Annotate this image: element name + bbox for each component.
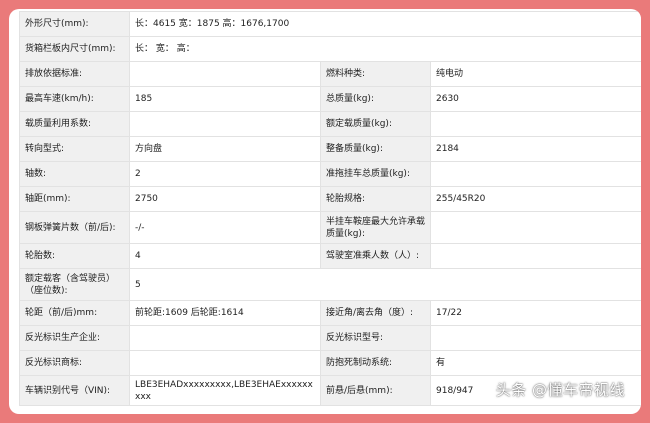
row-label: 货箱栏板内尺寸(mm):	[19, 36, 130, 62]
row-label: 车辆识别代号（VIN):	[19, 375, 130, 406]
row-label: 额定载客（含驾驶员）（座位数):	[19, 268, 130, 301]
row-value: -/-	[129, 211, 321, 244]
row-value: 长： 宽： 高：	[128, 36, 641, 62]
table-row: 外形尺寸(mm): 长：4615 宽：1875 高：1676,1700	[19, 11, 641, 37]
row-value: 长：4615 宽：1875 高：1676,1700	[128, 11, 641, 37]
row-label-2: 额定载质量(kg):	[320, 111, 431, 137]
row-value-2: 纯电动	[429, 61, 641, 87]
row-label-2: 驾驶室准乘人数（人）:	[320, 243, 431, 269]
row-value: 5	[128, 268, 641, 301]
table-row: 轴距(mm): 2750 轮胎规格: 255/45R20	[19, 186, 641, 212]
row-value: 前轮距:1609 后轮距:1614	[129, 300, 321, 326]
table-row: 载质量利用系数: 额定载质量(kg):	[19, 111, 641, 137]
row-label: 轮胎数:	[19, 243, 130, 269]
row-label-2: 防抱死制动系统:	[320, 350, 431, 376]
row-value: LBE3EHADxxxxxxxxx,LBE3EHAExxxxxxxxx	[129, 375, 321, 406]
row-value-2: 2630	[429, 86, 641, 112]
row-value-2: 有	[429, 350, 641, 376]
row-value	[129, 325, 321, 351]
table-row: 最高车速(km/h): 185 总质量(kg): 2630	[19, 86, 641, 112]
row-value: 2	[129, 161, 321, 187]
spec-table: 外形尺寸(mm): 长：4615 宽：1875 高：1676,1700 货箱栏板…	[19, 11, 641, 406]
table-row: 排放依据标准: 燃料种类: 纯电动	[19, 61, 641, 87]
row-value: 方向盘	[129, 136, 321, 162]
table-row: 货箱栏板内尺寸(mm): 长： 宽： 高：	[19, 36, 641, 62]
row-value	[129, 61, 321, 87]
row-label: 反光标识商标:	[19, 350, 130, 376]
row-value-2: 17/22	[429, 300, 641, 326]
table-row: 轴数: 2 准拖挂车总质量(kg):	[19, 161, 641, 187]
row-value	[129, 111, 321, 137]
document-frame: 外形尺寸(mm): 长：4615 宽：1875 高：1676,1700 货箱栏板…	[9, 9, 641, 414]
table-row: 反光标识生产企业: 反光标识型号:	[19, 325, 641, 351]
row-label-2: 反光标识型号:	[320, 325, 431, 351]
row-label: 轮距（前/后)mm:	[19, 300, 130, 326]
row-value-2	[429, 111, 641, 137]
table-row: 反光标识商标: 防抱死制动系统: 有	[19, 350, 641, 376]
row-label: 载质量利用系数:	[19, 111, 130, 137]
row-label-2: 准拖挂车总质量(kg):	[320, 161, 431, 187]
row-label: 反光标识生产企业:	[19, 325, 130, 351]
row-label-2: 燃料种类:	[320, 61, 431, 87]
row-value-2	[429, 243, 641, 269]
table-row: 额定载客（含驾驶员）（座位数): 5	[19, 268, 641, 301]
row-label-2: 整备质量(kg):	[320, 136, 431, 162]
row-label-2: 半挂车鞍座最大允许承载质量(kg):	[320, 211, 431, 244]
row-label: 外形尺寸(mm):	[19, 11, 130, 37]
row-label-2: 前悬/后悬(mm):	[320, 375, 431, 406]
row-label-2: 轮胎规格:	[320, 186, 431, 212]
row-value: 2750	[129, 186, 321, 212]
row-value-2: 255/45R20	[429, 186, 641, 212]
row-label: 轴距(mm):	[19, 186, 130, 212]
table-row: 轮胎数: 4 驾驶室准乘人数（人）:	[19, 243, 641, 269]
watermark: 头条 @懂车帝视线	[495, 381, 625, 399]
row-label: 转向型式:	[19, 136, 130, 162]
table-row: 钢板弹簧片数（前/后): -/- 半挂车鞍座最大允许承载质量(kg):	[19, 211, 641, 244]
row-value: 4	[129, 243, 321, 269]
row-value-2	[429, 211, 641, 244]
row-label-2: 总质量(kg):	[320, 86, 431, 112]
row-value-2	[429, 325, 641, 351]
row-value: 185	[129, 86, 321, 112]
row-label: 轴数:	[19, 161, 130, 187]
row-label-2: 接近角/离去角（度）:	[320, 300, 431, 326]
row-value	[129, 350, 321, 376]
row-value-2	[429, 161, 641, 187]
row-label: 排放依据标准:	[19, 61, 130, 87]
table-row: 转向型式: 方向盘 整备质量(kg): 2184	[19, 136, 641, 162]
row-label: 钢板弹簧片数（前/后):	[19, 211, 130, 244]
table-row: 轮距（前/后)mm: 前轮距:1609 后轮距:1614 接近角/离去角（度）:…	[19, 300, 641, 326]
row-label: 最高车速(km/h):	[19, 86, 130, 112]
row-value-2: 2184	[429, 136, 641, 162]
